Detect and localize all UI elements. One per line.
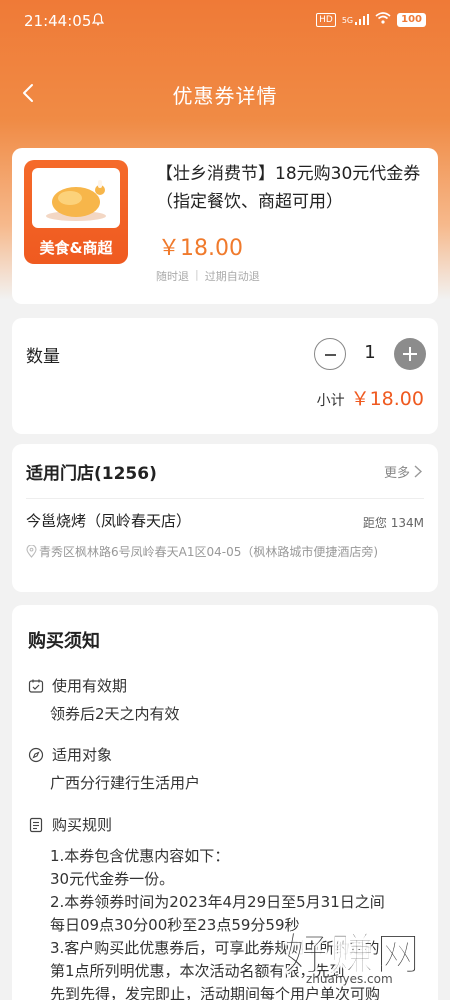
calendar-icon xyxy=(28,679,44,693)
stores-title: 适用门店(1256) xyxy=(26,464,157,484)
subtotal-label: 小计 xyxy=(316,393,345,409)
auto-refund-tag: 过期自动退 xyxy=(204,270,260,283)
coupon-title: 【壮乡消费节】18元购30元代金券（指定餐饮、商超可用） xyxy=(156,164,421,212)
rule-line: 2.本券领券时间为2023年4月29日至5月31日之间 xyxy=(50,893,385,911)
divider xyxy=(26,498,424,499)
minus-icon xyxy=(325,354,336,356)
rules-heading: 购买规则 xyxy=(28,814,112,835)
compass-icon xyxy=(28,747,44,762)
rule-line: 1.本券包含优惠内容如下： xyxy=(50,847,230,865)
rule-line: 30元代金券一份。 xyxy=(50,870,175,888)
notice-title: 购买须知 xyxy=(28,631,100,652)
increase-button[interactable] xyxy=(394,338,426,370)
refund-tags: 随时退 | 过期自动退 xyxy=(156,268,260,284)
tag-divider: | xyxy=(195,268,199,281)
subtotal-value: ￥18.00 xyxy=(350,388,424,410)
store-address-text: 青秀区枫林路6号凤岭春天A1区04-05（枫林路城市便捷酒店旁) xyxy=(39,545,379,559)
refund-anytime-tag: 随时退 xyxy=(156,270,189,283)
document-icon xyxy=(29,817,43,832)
wifi-icon xyxy=(375,12,391,27)
store-address: 青秀区枫林路6号凤岭春天A1区04-05（枫林路城市便捷酒店旁) xyxy=(26,542,426,563)
status-time: 21:44:05 xyxy=(24,12,92,30)
validity-heading-text: 使用有效期 xyxy=(52,677,128,695)
quantity-card: 数量 1 小计 ￥18.00 xyxy=(12,318,438,434)
validity-body: 领券后2天之内有效 xyxy=(50,705,180,723)
rules-heading-text: 购买规则 xyxy=(52,816,113,834)
coupon-card: 美食&商超 【壮乡消费节】18元购30元代金券（指定餐饮、商超可用） ￥18.0… xyxy=(12,148,438,304)
chevron-right-icon xyxy=(414,465,422,478)
roast-chicken-icon xyxy=(46,180,106,221)
subtotal: 小计 ￥18.00 xyxy=(317,384,424,411)
battery-icon: 100 xyxy=(397,12,426,27)
more-label: 更多 xyxy=(383,466,410,481)
hd-icon: HD xyxy=(316,12,336,27)
network-label: 5G xyxy=(341,16,354,25)
signal-icon: 5G xyxy=(341,14,370,25)
status-icons: HD 5G 100 xyxy=(316,12,426,27)
store-name[interactable]: 今邕烧烤（凤岭春天店） xyxy=(26,510,191,531)
validity-heading: 使用有效期 xyxy=(28,675,127,696)
page-title: 优惠券详情 xyxy=(172,84,278,108)
coupon-image-panel xyxy=(32,168,120,228)
decrease-button[interactable] xyxy=(314,338,346,370)
target-heading: 适用对象 xyxy=(28,744,112,765)
nav-bar: 优惠券详情 xyxy=(0,70,450,114)
stores-card: 适用门店(1256) 更多 今邕烧烤（凤岭春天店） 距您 134M 青秀区枫林路… xyxy=(12,444,438,592)
coupon-price: ￥18.00 xyxy=(158,236,243,261)
site-watermark: 好赚网 zhuanyes.com xyxy=(280,918,430,987)
store-distance: 距您 134M xyxy=(362,516,424,530)
status-bar: 21:44:05 HD 5G 100 xyxy=(0,0,450,40)
more-stores-link[interactable]: 更多 xyxy=(384,462,422,481)
quantity-value: 1 xyxy=(364,342,376,363)
quantity-label: 数量 xyxy=(26,347,60,367)
target-body: 广西分行建行生活用户 xyxy=(50,774,201,792)
coupon-image: 美食&商超 xyxy=(24,160,128,264)
notification-icon xyxy=(91,13,105,30)
watermark-url: zhuanyes.com xyxy=(306,972,393,986)
target-heading-text: 适用对象 xyxy=(52,746,113,764)
coupon-image-label: 美食&商超 xyxy=(39,239,113,257)
location-pin-icon xyxy=(26,544,37,558)
